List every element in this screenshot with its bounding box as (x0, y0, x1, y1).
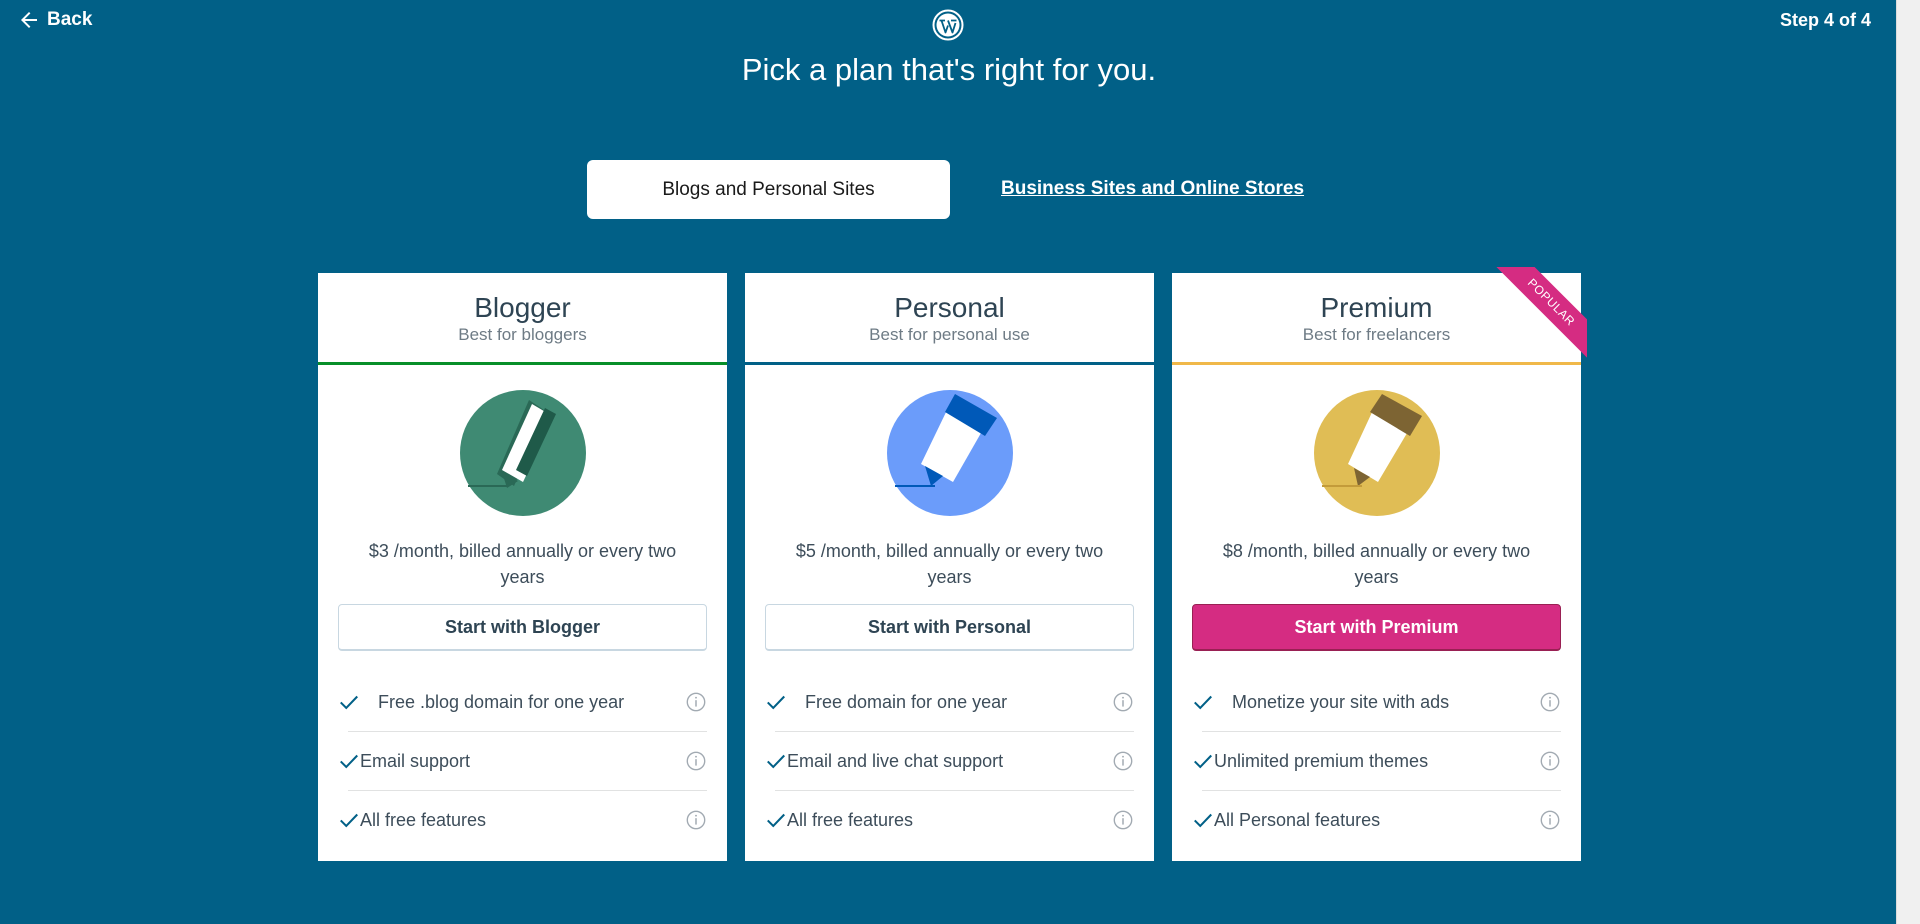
start-with-premium-button[interactable]: Start with Premium (1192, 604, 1561, 651)
feature-item: Free domain for one year (765, 673, 1134, 731)
plan-header: Personal Best for personal use (745, 273, 1154, 365)
plan-card-personal: Personal Best for personal use $5 /month… (745, 273, 1154, 861)
feature-label: Monetize your site with ads (1232, 691, 1450, 712)
feature-item: All free features (767, 790, 1134, 849)
pencil-blue-icon (886, 390, 1013, 516)
feature-item: Free .blog domain for one year (338, 673, 707, 731)
feature-list: Free .blog domain for one year Email sup… (318, 673, 727, 849)
scrollbar[interactable] (1896, 0, 1920, 924)
info-icon[interactable] (1539, 809, 1561, 831)
step-indicator: Step 4 of 4 (1780, 10, 1872, 30)
feature-label: Unlimited premium themes (1214, 750, 1429, 771)
check-icon (767, 695, 785, 710)
back-button[interactable]: Back (17, 8, 92, 32)
feature-label: Email and live chat support (787, 750, 1004, 771)
feature-label: All Personal features (1214, 809, 1381, 830)
wordpress-logo-icon (932, 9, 964, 41)
check-icon (767, 754, 785, 769)
check-icon (340, 754, 358, 769)
feature-label: All free features (787, 809, 914, 830)
plan-price: $8 /month, billed annually or every two … (1222, 541, 1531, 587)
feature-label: Free domain for one year (805, 691, 1008, 712)
feature-list: Free domain for one year Email and live … (745, 673, 1154, 849)
feature-label: Email support (360, 750, 471, 771)
page-title: Pick a plan that's right for you. (741, 52, 1157, 87)
feature-list: Monetize your site with ads Unlimited pr… (1172, 673, 1581, 849)
feature-item: Email support (340, 731, 707, 790)
pencil-green-icon (459, 390, 586, 516)
pencil-yellow-icon (1313, 390, 1440, 516)
check-icon (767, 813, 785, 828)
feature-item: All Personal features (1194, 790, 1561, 849)
info-icon[interactable] (1112, 809, 1134, 831)
start-with-blogger-button[interactable]: Start with Blogger (338, 604, 707, 651)
info-icon[interactable] (1112, 750, 1134, 772)
check-icon (340, 695, 358, 710)
feature-label: Free .blog domain for one year (378, 691, 625, 712)
plan-header: Premium Best for freelancers (1172, 273, 1581, 365)
plan-subtitle: Best for freelancers (1302, 325, 1451, 344)
plan-price: $5 /month, billed annually or every two … (795, 541, 1104, 587)
check-icon (340, 813, 358, 828)
check-icon (1194, 754, 1212, 769)
info-icon[interactable] (685, 691, 707, 713)
start-with-personal-button[interactable]: Start with Personal (765, 604, 1134, 651)
feature-item: Email and live chat support (767, 731, 1134, 790)
plan-price: $3 /month, billed annually or every two … (368, 541, 677, 587)
check-icon (1194, 813, 1212, 828)
tab-blogs-personal[interactable]: Blogs and Personal Sites (587, 160, 950, 219)
plan-card-blogger: Blogger Best for bloggers $3 /month, bil… (318, 273, 727, 861)
plan-card-premium: Premium Best for freelancers POPULAR $8 … (1172, 267, 1587, 861)
plan-title: Blogger (474, 292, 571, 323)
plan-title: Personal (894, 292, 1005, 323)
info-icon[interactable] (1539, 750, 1561, 772)
info-icon[interactable] (1539, 691, 1561, 713)
feature-item: All free features (340, 790, 707, 849)
check-icon (1194, 695, 1212, 710)
feature-item: Monetize your site with ads (1192, 673, 1561, 731)
plan-subtitle: Best for personal use (869, 325, 1030, 344)
info-icon[interactable] (685, 750, 707, 772)
plan-header: Blogger Best for bloggers (318, 273, 727, 365)
feature-item: Unlimited premium themes (1194, 731, 1561, 790)
info-icon[interactable] (685, 809, 707, 831)
plan-title: Premium (1320, 292, 1433, 323)
feature-label: All free features (360, 809, 487, 830)
arrow-left-icon (21, 12, 37, 28)
plan-subtitle: Best for bloggers (458, 325, 587, 344)
tab-business-stores[interactable]: Business Sites and Online Stores (1001, 178, 1304, 200)
info-icon[interactable] (1112, 691, 1134, 713)
back-label: Back (47, 9, 93, 30)
